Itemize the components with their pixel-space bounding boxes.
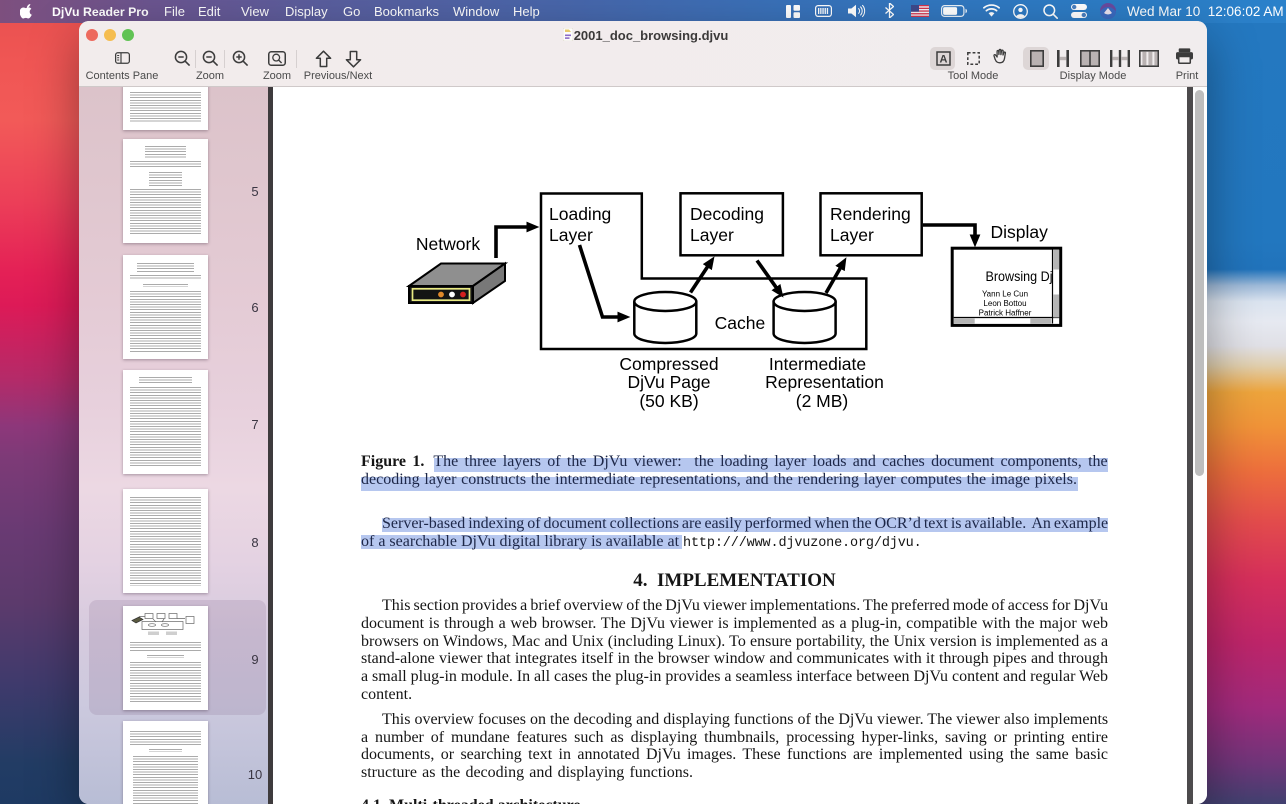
svg-text:(50 KB): (50 KB) <box>639 391 698 411</box>
svg-text:Yann Le Cun: Yann Le Cun <box>982 290 1028 299</box>
svg-text:Network: Network <box>416 234 480 254</box>
svg-text:Layer: Layer <box>830 225 874 245</box>
svg-text:Display: Display <box>991 222 1049 242</box>
svg-text:Loading: Loading <box>549 204 611 224</box>
svg-text:Compressed: Compressed <box>619 354 718 374</box>
svg-text:Patrick Haffner: Patrick Haffner <box>979 309 1032 318</box>
svg-text:Layer: Layer <box>690 225 734 245</box>
svg-text:Leon Bottou: Leon Bottou <box>983 299 1026 308</box>
svg-text:Representation: Representation <box>765 372 884 392</box>
svg-text:Intermediate: Intermediate <box>769 354 866 374</box>
svg-text:Cache: Cache <box>715 313 766 333</box>
svg-text:A: A <box>940 54 948 66</box>
svg-text:Decoding: Decoding <box>690 204 764 224</box>
svg-text:DjVu Page: DjVu Page <box>627 372 710 392</box>
svg-text:Browsing Dj: Browsing Dj <box>986 268 1053 284</box>
svg-text:(2 MB): (2 MB) <box>796 391 849 411</box>
svg-text:Rendering: Rendering <box>830 204 911 224</box>
svg-text:Layer: Layer <box>549 225 593 245</box>
